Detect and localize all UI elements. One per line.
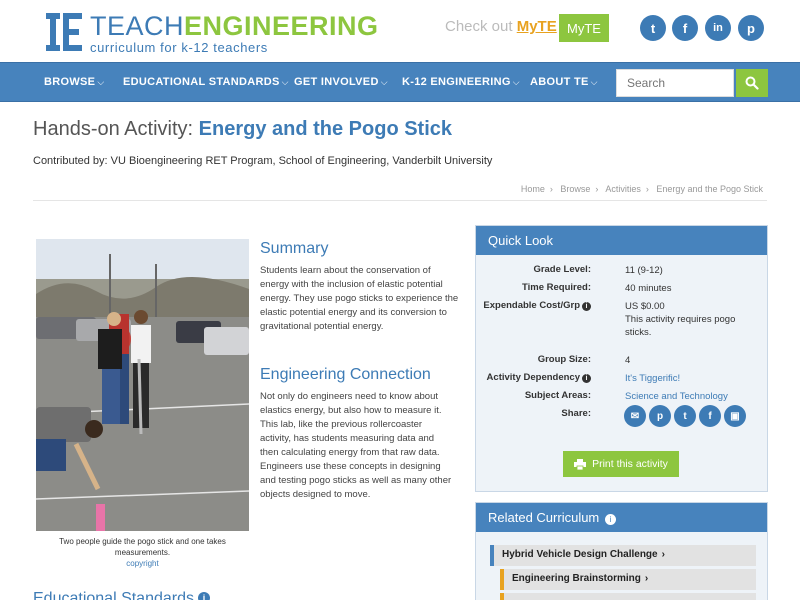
site-header: TEACHENGINEERING curriculum for k-12 tea… (0, 0, 800, 62)
pinterest-icon[interactable]: p (649, 405, 671, 427)
myte-button[interactable]: MyTE (559, 14, 609, 42)
teachengineering-logo[interactable]: TEACHENGINEERING curriculum for k-12 tea… (46, 13, 379, 55)
expendable-cost-label: Expendable Cost/Grp i (483, 300, 591, 311)
search-button[interactable] (736, 69, 768, 97)
chevron-down-icon: ⌵ (97, 77, 105, 87)
chevron-down-icon: ⌵ (281, 77, 289, 87)
photo-caption: Two people guide the pogo stick and one … (59, 537, 226, 557)
chevron-down-icon: ⌵ (512, 77, 520, 87)
educational-standards-heading: Educational Standards i (33, 590, 210, 600)
activity-photo (36, 239, 249, 531)
checkout-myte-promo[interactable]: Check out MyTE (445, 18, 557, 35)
myte-link[interactable]: MyTE (517, 18, 557, 35)
pinterest-icon[interactable]: p (738, 15, 764, 41)
related-curriculum-heading: Related Curriculum i (476, 503, 767, 532)
summary-heading: Summary (260, 240, 329, 257)
engineering-connection-text: Not only do engineers need to know about… (260, 391, 452, 500)
activity-dependency-label: Activity Dependency i (487, 372, 591, 383)
print-activity-button[interactable]: Print this activity (563, 451, 679, 477)
divider (33, 200, 767, 201)
breadcrumb-current: Energy and the Pogo Stick (656, 184, 763, 194)
search-input[interactable] (616, 69, 734, 97)
expendable-cost-value: US $0.00 This activity requires pogo sti… (625, 300, 755, 339)
logo-tagline: curriculum for k-12 teachers (90, 40, 268, 55)
subject-areas-label: Subject Areas: (524, 390, 591, 401)
checkout-text: Check out (445, 18, 513, 35)
linkedin-icon[interactable]: in (705, 15, 731, 41)
info-icon[interactable]: i (198, 592, 210, 600)
cost-note: This activity requires pogo sticks. (625, 314, 736, 338)
breadcrumb: Home › Browse › Activities › Energy and the… (520, 184, 763, 194)
twitter-icon[interactable]: t (674, 405, 696, 427)
google-classroom-icon[interactable]: ▣ (724, 405, 746, 427)
main-nav: BROWSE ⌵ EDUCATIONAL STANDARDS ⌵ GET INVOL… (0, 62, 800, 102)
breadcrumb-browse[interactable]: Browse (560, 184, 590, 194)
nav-k12-engineering[interactable]: K-12 ENGINEERING ⌵ (402, 76, 520, 88)
contributed-by: Contributed by: VU Bioengineering RET Pr… (33, 155, 493, 167)
time-required-value: 40 minutes (625, 283, 672, 294)
subject-areas-link[interactable]: Science and Technology (625, 390, 755, 403)
activity-name: Energy and the Pogo Stick (198, 118, 453, 140)
chevron-right-icon: › (644, 573, 649, 584)
printer-icon (574, 458, 587, 470)
logo-engineering-text: ENGINEERING (184, 11, 379, 41)
cost-amount: US $0.00 (625, 301, 665, 312)
info-icon[interactable]: i (604, 514, 616, 525)
breadcrumb-activities[interactable]: Activities (605, 184, 641, 194)
nav-browse[interactable]: BROWSE ⌵ (44, 76, 104, 88)
quick-look-heading: Quick Look (476, 226, 767, 255)
related-item-engineering-brainstorming[interactable]: Engineering Brainstorming › (500, 569, 756, 590)
related-curriculum-panel: Related Curriculum i Hybrid Vehicle Desi… (475, 502, 768, 600)
activity-dependency-link[interactable]: It's Tiggerific! (625, 372, 755, 385)
search-icon (745, 76, 759, 90)
grade-level-value: 11 (9-12) (625, 265, 663, 276)
breadcrumb-home[interactable]: Home (521, 184, 545, 194)
share-label: Share: (561, 408, 591, 419)
copyright-link[interactable]: copyright (36, 559, 249, 568)
group-size-label: Group Size: (537, 354, 591, 365)
grade-level-label: Grade Level: (533, 264, 591, 275)
info-icon[interactable]: i (582, 374, 591, 383)
page-title: Hands-on Activity: Energy and the Pogo S… (33, 118, 452, 141)
related-item-partial[interactable] (500, 593, 756, 600)
nav-get-involved[interactable]: GET INVOLVED ⌵ (294, 76, 388, 88)
nav-about-te[interactable]: ABOUT TE ⌵ (530, 76, 598, 88)
nav-educational-standards[interactable]: EDUCATIONAL STANDARDS ⌵ (123, 76, 289, 88)
facebook-icon[interactable]: f (672, 15, 698, 41)
related-item-hybrid-vehicle[interactable]: Hybrid Vehicle Design Challenge › (490, 545, 756, 566)
logo-mark-icon (46, 13, 82, 51)
title-prefix: Hands-on Activity: (33, 118, 194, 140)
twitter-icon[interactable]: t (640, 15, 666, 41)
facebook-icon[interactable]: f (699, 405, 721, 427)
engineering-connection-heading: Engineering Connection (260, 366, 431, 383)
group-size-value: 4 (625, 355, 631, 366)
summary-text: Students learn about the conservation of… (260, 265, 459, 332)
time-required-label: Time Required: (522, 282, 591, 293)
chevron-down-icon: ⌵ (590, 77, 598, 87)
logo-teach-text: TEACH (90, 11, 185, 41)
info-icon[interactable]: i (582, 302, 591, 311)
chevron-right-icon: › (661, 549, 665, 560)
print-activity-label: Print this activity (592, 458, 668, 470)
email-icon[interactable]: ✉ (624, 405, 646, 427)
chevron-down-icon: ⌵ (380, 77, 388, 87)
